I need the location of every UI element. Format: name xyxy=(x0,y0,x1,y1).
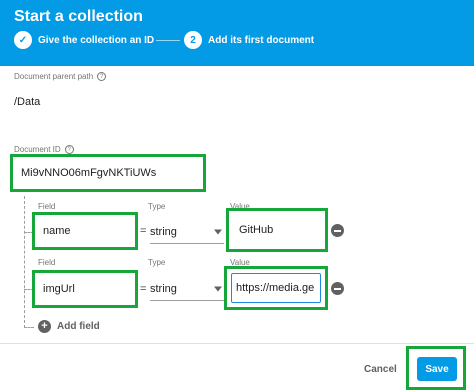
field-name-input[interactable]: imgUrl xyxy=(32,270,138,308)
equals-sign: = xyxy=(140,225,147,237)
help-icon[interactable]: ? xyxy=(64,145,74,154)
help-icon[interactable]: ? xyxy=(97,72,107,81)
type-label: Type xyxy=(148,258,166,267)
add-icon: + xyxy=(38,320,51,333)
type-select-value: string xyxy=(150,225,177,238)
field-value-input[interactable]: GitHub xyxy=(226,208,328,252)
step-1-label: Give the collection an ID xyxy=(38,34,155,46)
type-select[interactable]: string xyxy=(150,220,224,244)
add-field-label: Add field xyxy=(57,321,100,332)
document-id-label-text: Document ID xyxy=(14,145,61,154)
tree-branch xyxy=(24,327,34,328)
equals-sign: = xyxy=(140,283,147,295)
add-field-button[interactable]: + Add field xyxy=(38,320,100,333)
field-value-input[interactable]: https://media.ge xyxy=(231,273,321,303)
parent-path-value: /Data xyxy=(14,96,41,108)
step-connector xyxy=(156,40,180,41)
dialog-header: Start a collection ✓ Give the collection… xyxy=(0,0,474,66)
dropdown-arrow-icon xyxy=(214,229,222,234)
step-1: ✓ Give the collection an ID xyxy=(14,30,154,50)
step-2: 2 Add its first document xyxy=(184,30,314,50)
check-icon: ✓ xyxy=(14,31,32,49)
save-highlight: Save xyxy=(406,346,466,390)
step-2-number: 2 xyxy=(184,31,202,49)
step-2-label: Add its first document xyxy=(208,34,315,46)
document-id-input[interactable]: Mi9vNNO06mFgvNKTiUWs xyxy=(10,154,206,192)
cancel-button[interactable]: Cancel xyxy=(364,364,397,375)
document-id-label: Document ID ? xyxy=(14,145,74,154)
remove-field-icon[interactable] xyxy=(331,282,344,295)
parent-path-label-text: Document parent path xyxy=(14,72,94,81)
dropdown-arrow-icon xyxy=(214,286,222,291)
type-label: Type xyxy=(148,202,166,211)
remove-field-icon[interactable] xyxy=(331,224,344,237)
field-label: Field xyxy=(38,202,56,211)
footer-divider xyxy=(0,343,474,344)
parent-path-label: Document parent path ? xyxy=(14,72,107,81)
type-select-value: string xyxy=(150,282,177,295)
field-label: Field xyxy=(38,258,56,267)
field-value-box[interactable]: https://media.ge xyxy=(224,266,328,310)
type-select[interactable]: string xyxy=(150,277,224,301)
dialog-title: Start a collection xyxy=(14,8,143,25)
tree-line xyxy=(24,196,25,328)
save-button[interactable]: Save xyxy=(417,357,457,381)
field-name-input[interactable]: name xyxy=(32,212,138,250)
